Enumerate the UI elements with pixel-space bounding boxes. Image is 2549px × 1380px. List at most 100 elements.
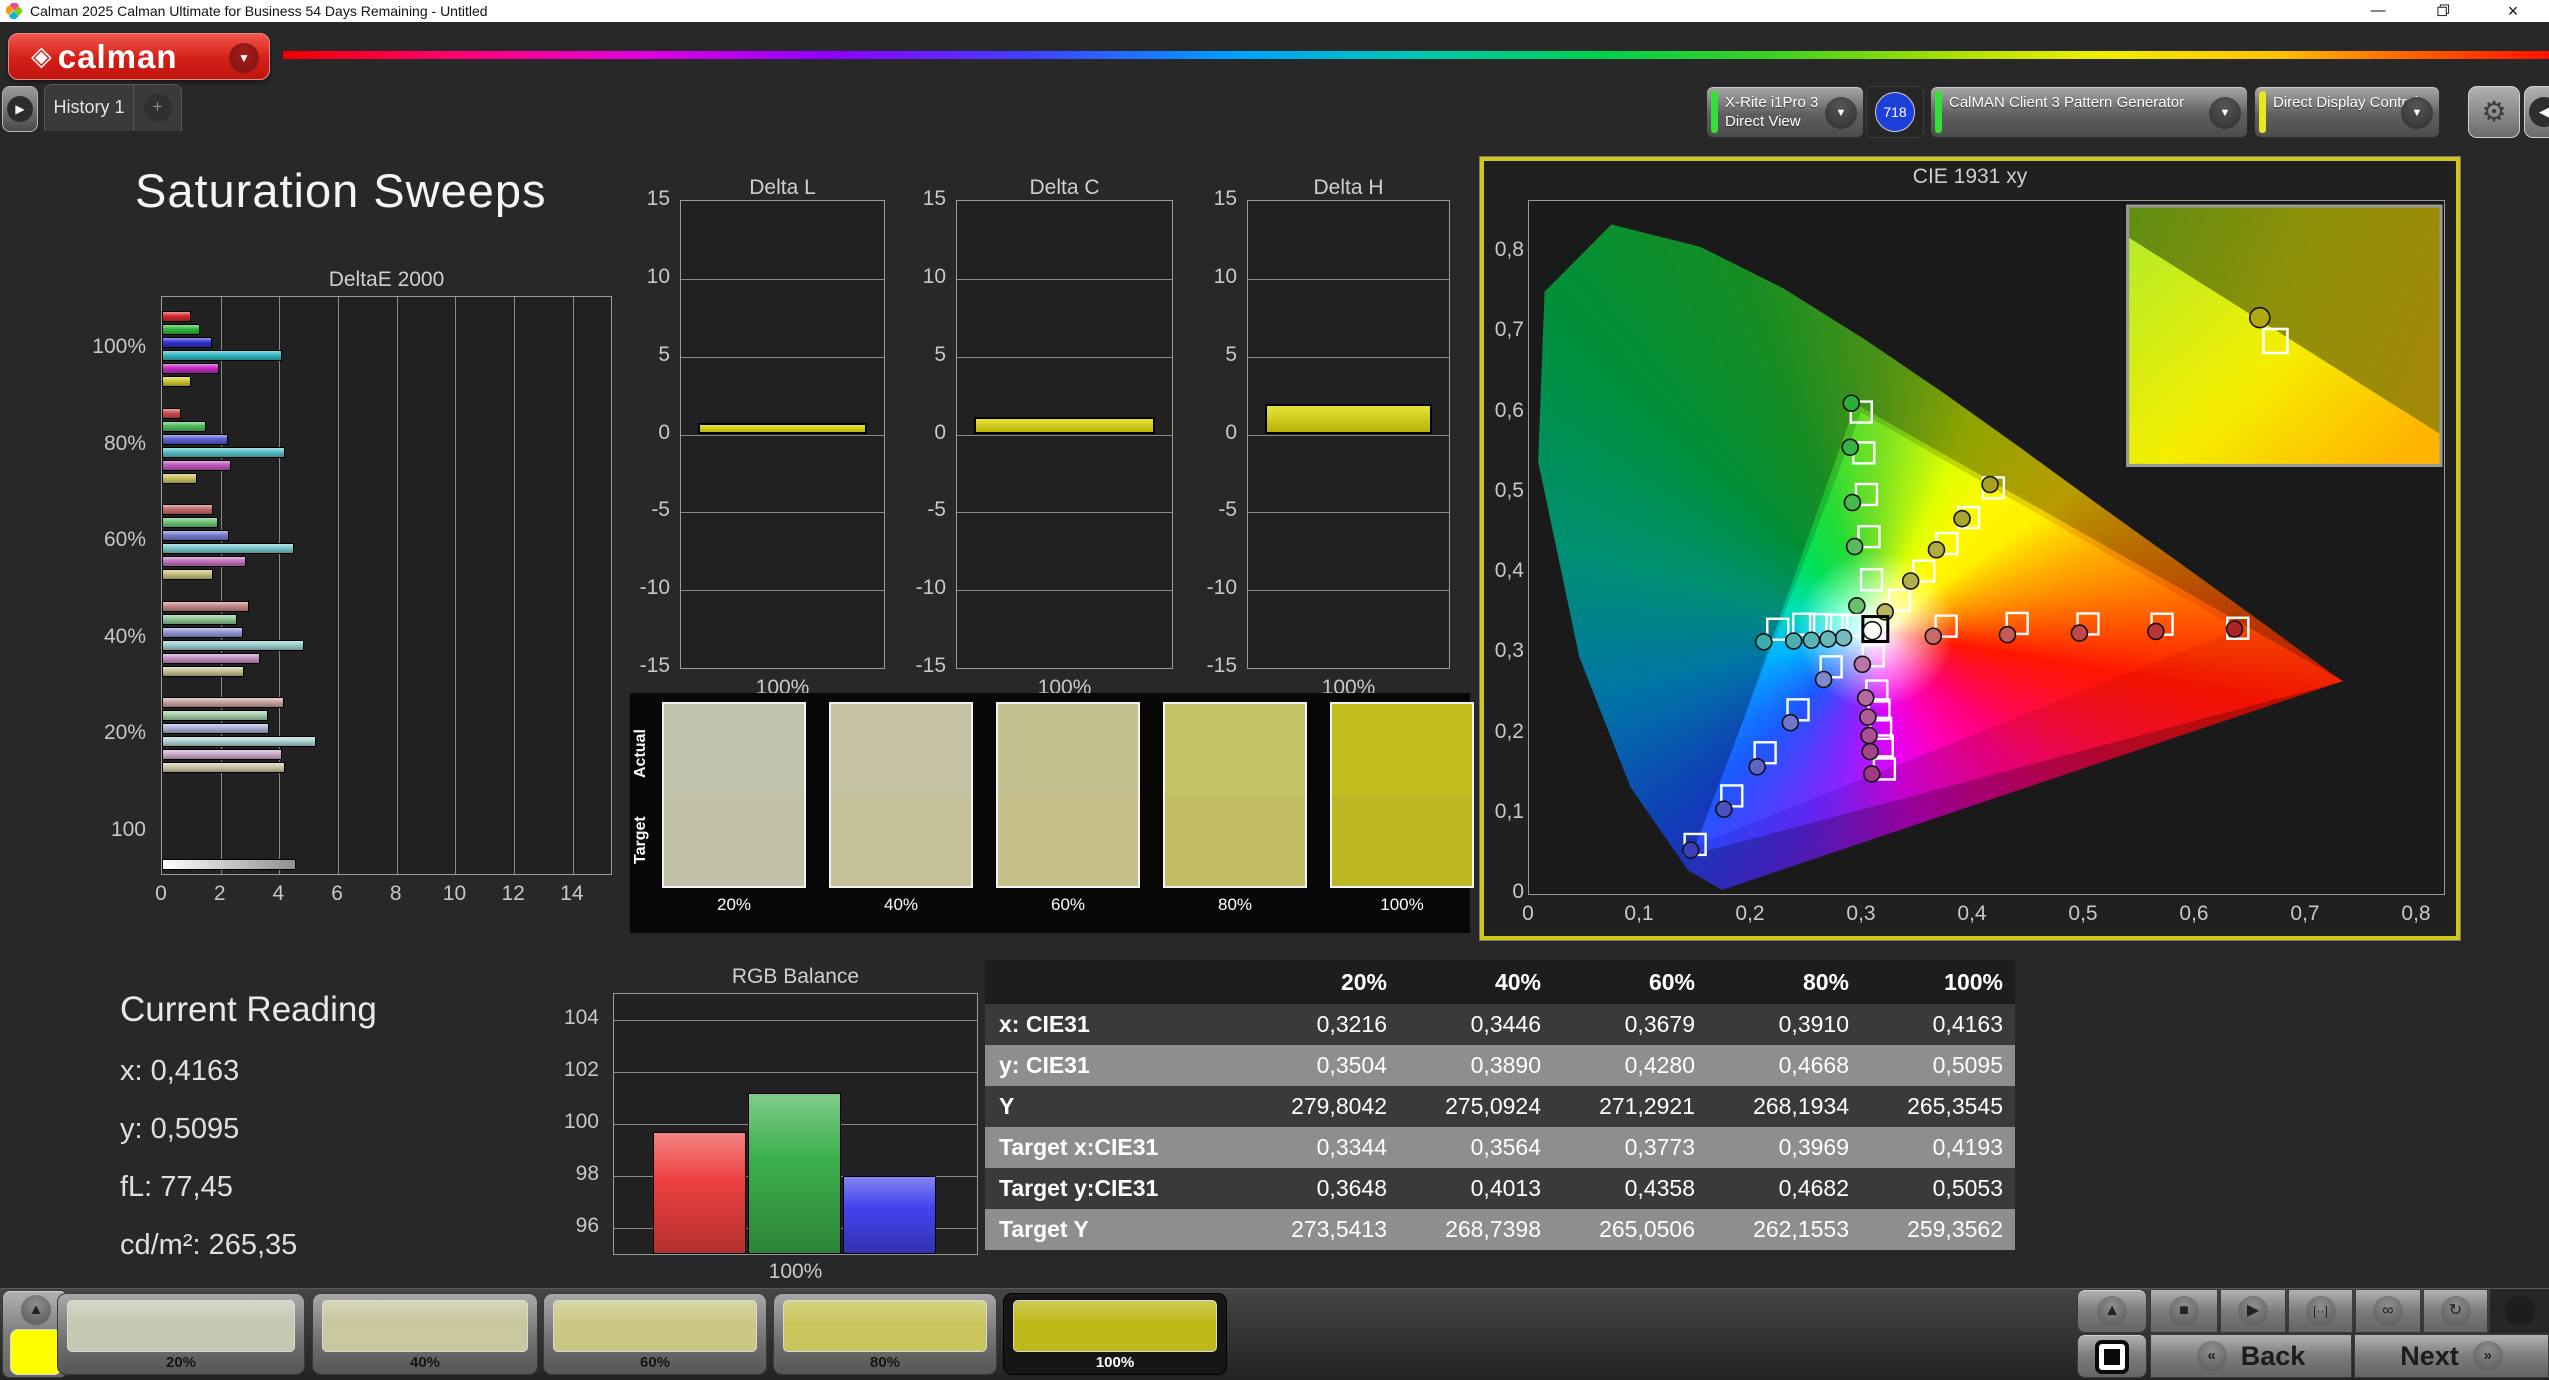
meter-dropdown[interactable]: X-Rite i1Pro 3 Direct View ▼: [1706, 86, 1864, 138]
y-tick-label: 100: [110, 817, 146, 841]
table-row: Target x:CIE31 0,3344 0,3564 0,3773 0,3969 0,…: [985, 1127, 2015, 1168]
window-pattern-icon: [2095, 1340, 2129, 1374]
settings-button[interactable]: ⚙: [2468, 86, 2520, 138]
logo-dropdown-icon[interactable]: ▼: [229, 43, 259, 73]
y-tick-label: -10: [639, 576, 670, 600]
pattern-label: 40%: [409, 1354, 441, 1371]
deltae-bar: [162, 311, 192, 322]
rgb-xlabel: 100%: [768, 1260, 823, 1283]
gridline: [338, 297, 340, 874]
pattern-swatch: [783, 1300, 987, 1352]
tab-history-1[interactable]: History 1 +: [44, 84, 182, 131]
play-button[interactable]: ▶: [2220, 1289, 2286, 1333]
restore-icon[interactable]: [2420, 0, 2466, 22]
cie-measured-circle: [1848, 597, 1866, 615]
cie-measured-circle: [1781, 713, 1800, 732]
deltae-bar: [162, 652, 261, 664]
refresh-button[interactable]: ↻: [2423, 1289, 2488, 1333]
pattern-button-20[interactable]: 20%: [57, 1293, 305, 1375]
add-tab-button[interactable]: +: [133, 85, 181, 131]
row-label: Target Y: [985, 1209, 1245, 1250]
deltae-bar: [162, 543, 295, 554]
deltae-bar: [162, 723, 270, 734]
y-tick-label: 0,3: [1494, 639, 1524, 663]
swatch-label: 20%: [716, 895, 752, 914]
y-tick-label: 102: [563, 1058, 599, 1081]
reading-line: fL: 77,45: [120, 1171, 233, 1203]
y-tick-label: 0: [658, 420, 670, 444]
pattern-swatch: [322, 1300, 528, 1352]
calman-app: Calman 2025 Calman Ultimate for Business…: [0, 0, 2549, 1380]
x-tick-label: 0,8: [2401, 902, 2431, 925]
y-tick-label: 10: [646, 264, 670, 288]
tab-scroll-button[interactable]: ▶: [2, 86, 38, 132]
swatch-column: [996, 702, 1140, 888]
meter-dropdown[interactable]: CalMAN Client 3 Pattern Generator ▼: [1930, 86, 2248, 138]
chevron-up-icon: ▲: [2097, 1296, 2127, 1326]
pattern-button-40[interactable]: 40%: [312, 1293, 538, 1375]
minimize-button[interactable]: —: [2355, 0, 2401, 22]
table-cell: 0,4682: [1707, 1168, 1861, 1209]
y-tick-label: -5: [651, 498, 670, 522]
continuous-read-button[interactable]: ∞: [2355, 1289, 2421, 1333]
calman-logo-menu[interactable]: ◈ calman ▼: [8, 33, 270, 80]
x-tick-label: 12: [501, 882, 525, 905]
app-icon: [6, 3, 22, 19]
meter-indicator: [2259, 91, 2266, 133]
swatch-label: 100%: [1380, 895, 1424, 914]
cie-measured-circle: [2249, 306, 2271, 329]
deltae-bar: [162, 363, 220, 374]
table-cell: 268,7398: [1399, 1209, 1553, 1250]
collapse-panel-button[interactable]: ◀: [2524, 86, 2549, 138]
step-pattern-button[interactable]: [··]: [2288, 1289, 2353, 1333]
table-cell: 0,3504: [1245, 1045, 1399, 1086]
delta-bar: [974, 416, 1155, 435]
delta-h-title: Delta H: [1313, 176, 1384, 199]
meter-dropdown[interactable]: Direct Display Control ▼: [2254, 86, 2440, 138]
delta-h-ylabels: 15 10 5 0 -5 -10 -15: [1195, 187, 1241, 677]
swatch-label: 40%: [883, 895, 919, 914]
pattern-options-button[interactable]: ▲: [2077, 1289, 2147, 1333]
cie-measured-circle: [1861, 742, 1879, 761]
deltae-chart-title: DeltaE 2000: [328, 268, 445, 291]
stop-button[interactable]: ■: [2150, 1289, 2218, 1333]
cie-measured-circle: [2225, 620, 2244, 638]
pattern-button-80[interactable]: 80%: [773, 1293, 997, 1375]
reading-line: y: 0,5095: [120, 1113, 240, 1145]
bracket-icon: [··]: [2305, 1296, 2336, 1326]
titlebar: Calman 2025 Calman Ultimate for Business…: [0, 0, 2549, 22]
next-button[interactable]: Next »: [2354, 1334, 2549, 1378]
table-cell: 0,5095: [1861, 1045, 2015, 1086]
y-tick-label: 0,7: [1494, 318, 1524, 342]
deltae-bar: [162, 626, 243, 638]
y-tick-label: -5: [1218, 498, 1237, 522]
cie-measured-circle: [1819, 630, 1837, 648]
pattern-window-button[interactable]: [2077, 1334, 2147, 1378]
y-tick-label: 15: [922, 187, 946, 210]
current-reading-title: Current Reading: [120, 990, 377, 1029]
x-tick-label: 2: [213, 882, 226, 905]
cie-measured-circle: [1860, 726, 1878, 745]
close-button[interactable]: ×: [2490, 0, 2536, 22]
x-tick-label: 6: [331, 882, 343, 905]
pattern-button-60[interactable]: 60%: [543, 1293, 767, 1375]
y-tick-label: -15: [639, 654, 670, 677]
deltae-bar: [162, 376, 192, 387]
cie-plot: [1528, 200, 2445, 895]
table-header: 60%: [1553, 960, 1707, 1004]
gridline: [957, 434, 1172, 436]
deltae-bar: [162, 556, 246, 567]
deltae-bar: [162, 433, 229, 445]
cie-measured-circle: [1843, 493, 1862, 512]
table-cell: 0,3648: [1245, 1168, 1399, 1209]
deltae-bar: [162, 324, 201, 335]
y-tick-label: 0,2: [1494, 719, 1524, 743]
cie-measured-circle: [2147, 622, 2165, 641]
back-button[interactable]: « Back: [2150, 1334, 2352, 1378]
cie-measured-circle: [1853, 655, 1872, 674]
pattern-button-100[interactable]: 100%: [1003, 1293, 1227, 1375]
table-cell: 0,4163: [1861, 1004, 2015, 1045]
stop-icon: ■: [2169, 1296, 2199, 1326]
y-tick-label: 5: [658, 342, 670, 366]
gridline: [514, 297, 516, 874]
